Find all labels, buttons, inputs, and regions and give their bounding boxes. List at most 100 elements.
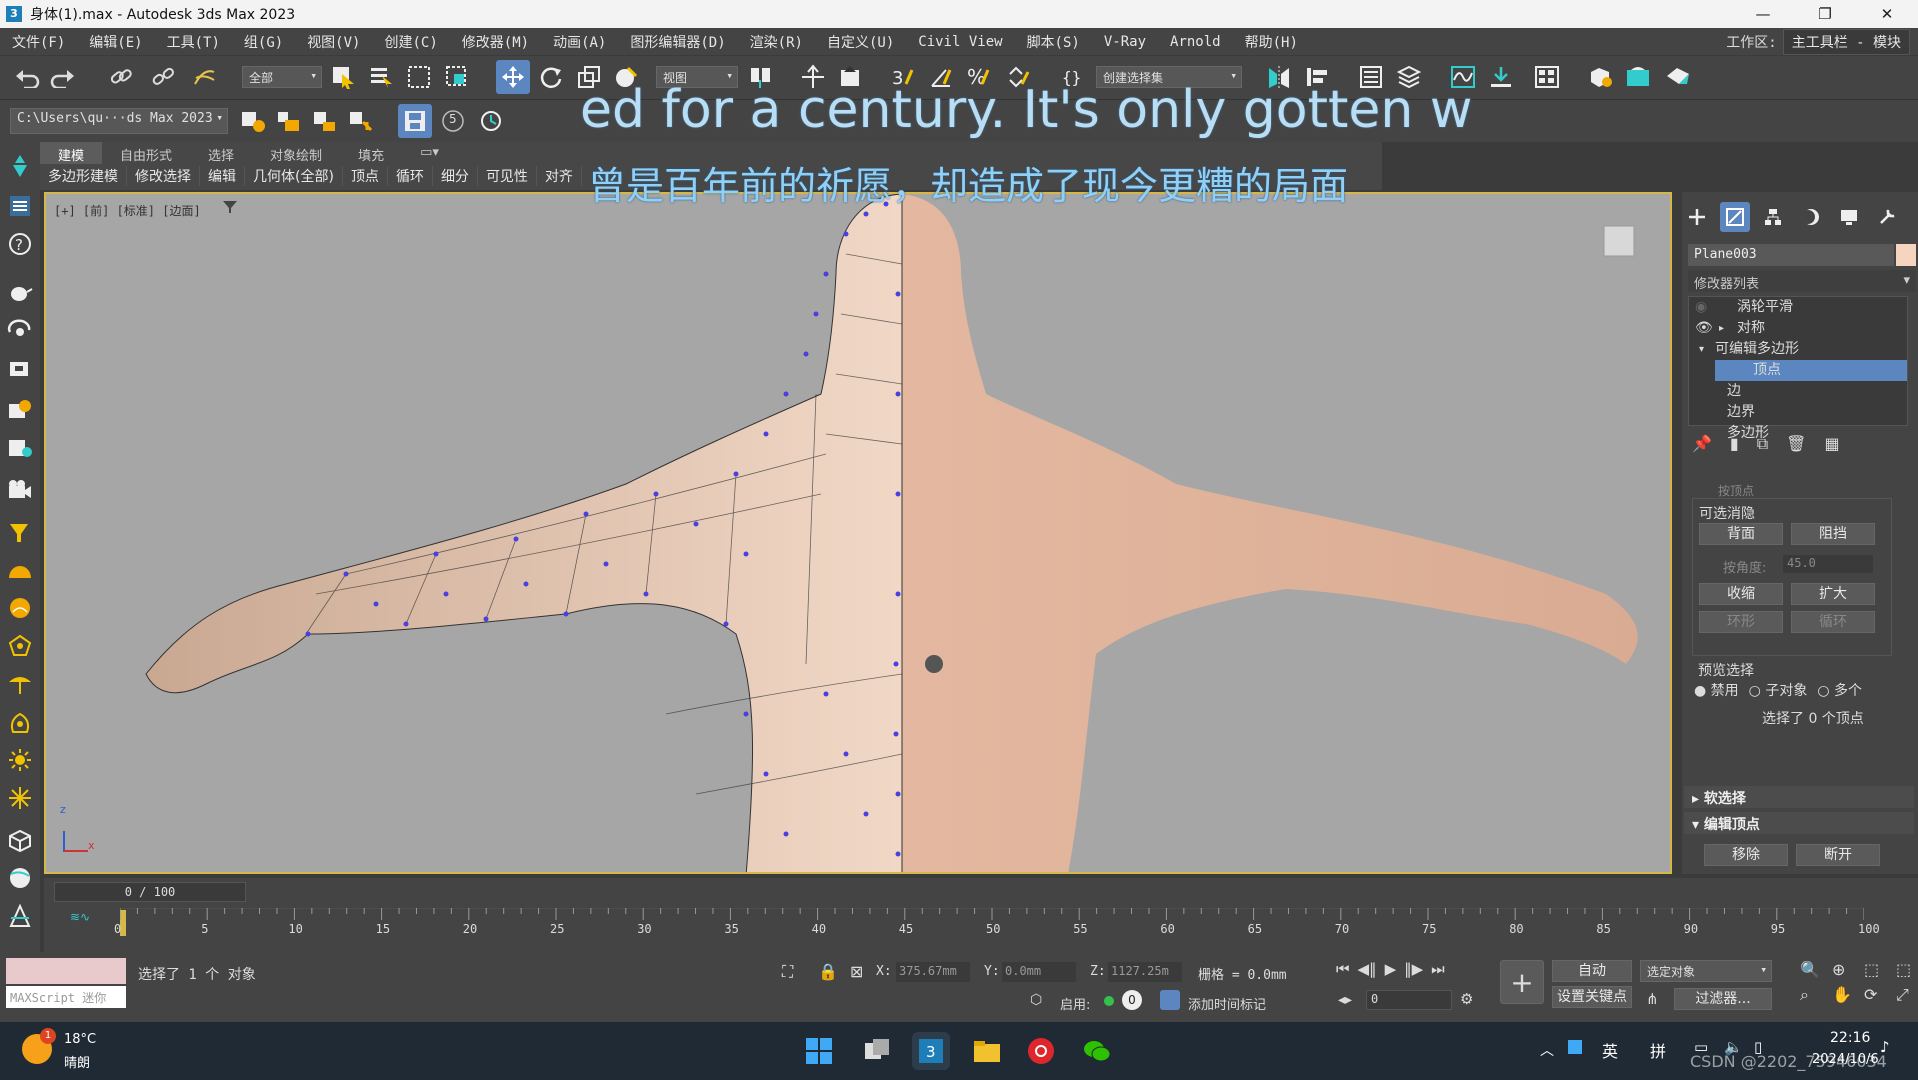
go-to-start-icon[interactable]: ⏮: [1336, 960, 1350, 978]
orbit-icon[interactable]: [6, 316, 34, 344]
preview-subobject-radio[interactable]: ○ 子对象: [1749, 680, 1808, 700]
link-icon[interactable]: [104, 60, 138, 94]
front-viewport[interactable]: [+] [前] [标准] [边面] z x: [44, 192, 1672, 874]
dome-light-icon[interactable]: [6, 556, 34, 584]
save-project-icon[interactable]: [398, 104, 432, 138]
box-icon[interactable]: [6, 354, 34, 382]
camera-icon[interactable]: [6, 476, 34, 504]
set-key-button[interactable]: 设置关键点: [1552, 986, 1632, 1008]
sphere-light-icon[interactable]: [6, 594, 34, 622]
create-geometry-icon[interactable]: [6, 152, 34, 180]
shrink-button[interactable]: 收缩: [1699, 583, 1783, 605]
enable-count[interactable]: 0: [1122, 990, 1142, 1010]
history-icon[interactable]: [474, 104, 508, 138]
render-queue-icon[interactable]: [6, 434, 34, 462]
help-icon[interactable]: ?: [6, 230, 34, 258]
bind-spacewarp-icon[interactable]: [188, 60, 222, 94]
ribbon-visibility[interactable]: 可见性: [478, 166, 537, 186]
object-name-field[interactable]: Plane003: [1688, 244, 1894, 266]
x-coordinate[interactable]: 375.67mm: [896, 962, 970, 982]
body-model[interactable]: [46, 194, 1672, 874]
render-production-icon[interactable]: [1662, 60, 1696, 94]
scene-explorer-icon[interactable]: [6, 192, 34, 220]
menu-file[interactable]: 文件(F): [0, 32, 77, 52]
rect-selection-icon[interactable]: [402, 60, 436, 94]
zoom-extents-icon[interactable]: ⬚: [1864, 960, 1892, 979]
edit-vertices-rollout[interactable]: ▾ 编辑顶点: [1684, 812, 1914, 834]
sphere-object-icon[interactable]: [6, 864, 34, 892]
minimize-button[interactable]: —: [1732, 0, 1794, 28]
by-angle-input[interactable]: 45.0: [1783, 555, 1873, 573]
soft-selection-rollout[interactable]: ▸ 软选择: [1684, 786, 1914, 808]
preview-multi-radio[interactable]: ○ 多个: [1817, 680, 1862, 700]
stack-item-border[interactable]: 边界: [1689, 402, 1907, 423]
skylight-icon[interactable]: [6, 784, 34, 812]
ribbon-tab-selection[interactable]: 选择: [190, 142, 252, 164]
ribbon-geometry-all[interactable]: 几何体(全部): [245, 166, 343, 186]
grow-button[interactable]: 扩大: [1791, 583, 1875, 605]
menu-help[interactable]: 帮助(H): [1233, 32, 1310, 52]
ribbon-subdivision[interactable]: 细分: [433, 166, 478, 186]
ribbon-loops[interactable]: 循环: [388, 166, 433, 186]
object-color-swatch[interactable]: [1896, 244, 1916, 266]
dope-sheet-icon[interactable]: [1484, 60, 1518, 94]
menu-group[interactable]: 组(G): [232, 32, 295, 52]
zoom-icon[interactable]: 🔍: [1800, 960, 1828, 979]
configure-modifier-sets-icon[interactable]: ▦: [1824, 434, 1839, 454]
key-mode-toggle-icon[interactable]: ◂▸: [1338, 992, 1352, 1008]
counter-badge[interactable]: 5: [436, 104, 470, 138]
hierarchy-panel-icon[interactable]: [1758, 202, 1788, 232]
utilities-panel-icon[interactable]: [1872, 202, 1902, 232]
ribbon-vertices[interactable]: 顶点: [343, 166, 388, 186]
by-vertex-checkbox[interactable]: 按顶点: [1718, 482, 1754, 499]
maximize-button[interactable]: ❐: [1794, 0, 1856, 28]
ime-english[interactable]: 英: [1602, 1038, 1618, 1062]
maxscript-mini[interactable]: MAXScript 迷你: [6, 986, 126, 1008]
menu-customize[interactable]: 自定义(U): [815, 32, 906, 52]
container-update-icon[interactable]: [344, 104, 378, 138]
current-frame-input[interactable]: 0: [1366, 990, 1452, 1010]
adaptive-degradation-icon[interactable]: ⬡: [1030, 992, 1042, 1008]
delete-modifier-icon[interactable]: 🗑: [1786, 434, 1806, 454]
object-box-icon[interactable]: [6, 826, 34, 854]
play-icon[interactable]: ▶: [1385, 960, 1397, 978]
umbrella-light-icon[interactable]: [6, 670, 34, 698]
break-button[interactable]: 断开: [1796, 844, 1880, 866]
select-by-name-icon[interactable]: [364, 60, 398, 94]
menu-vray[interactable]: V-Ray: [1092, 34, 1158, 50]
show-end-result-icon[interactable]: ▮: [1730, 434, 1739, 454]
ribbon-tab-modeling[interactable]: 建模: [40, 142, 103, 164]
clock-time[interactable]: 22:16: [1830, 1030, 1870, 1046]
ribbon-tab-object-paint[interactable]: 对象绘制: [252, 142, 340, 164]
rendered-frame-window-icon[interactable]: [1622, 60, 1656, 94]
next-frame-icon[interactable]: ‖▶: [1404, 960, 1423, 978]
unlink-icon[interactable]: [146, 60, 180, 94]
menu-rendering[interactable]: 渲染(R): [738, 32, 815, 52]
stack-item-editable-poly[interactable]: ▾ 可编辑多边形: [1689, 339, 1907, 360]
set-key-icon[interactable]: +: [1500, 960, 1544, 1004]
menu-scripting[interactable]: 脚本(S): [1015, 32, 1092, 52]
stack-item-symmetry[interactable]: 👁 ▸ 对称: [1689, 318, 1907, 339]
undo-icon[interactable]: [10, 60, 44, 94]
pin-stack-icon[interactable]: 📌: [1692, 434, 1712, 454]
create-panel-icon[interactable]: [1682, 202, 1712, 232]
tray-overflow-icon[interactable]: ︿: [1540, 1040, 1554, 1060]
menu-animation[interactable]: 动画(A): [541, 32, 618, 52]
stack-item-vertex[interactable]: 顶点: [1715, 360, 1907, 381]
start-button[interactable]: [800, 1032, 838, 1070]
render-message-icon[interactable]: [6, 396, 34, 424]
curve-toggle-icon[interactable]: ≋∿: [70, 910, 90, 924]
remove-button[interactable]: 移除: [1704, 844, 1788, 866]
key-filter-dropdown[interactable]: 选定对象: [1640, 960, 1772, 982]
netease-music-icon[interactable]: [1022, 1032, 1060, 1070]
absolute-mode-icon[interactable]: ⊠: [850, 962, 863, 981]
loop-button[interactable]: 循环: [1791, 611, 1875, 633]
menu-views[interactable]: 视图(V): [295, 32, 372, 52]
weather-desc[interactable]: 晴朗: [64, 1052, 90, 1071]
ribbon-options-icon[interactable]: ▭▾: [402, 142, 457, 164]
tray-app-icon[interactable]: [1568, 1040, 1582, 1054]
menu-edit[interactable]: 编辑(E): [77, 32, 154, 52]
selection-filter-dropdown[interactable]: 全部: [242, 66, 322, 88]
file-explorer-icon[interactable]: [968, 1032, 1006, 1070]
ribbon-modify-selection[interactable]: 修改选择: [127, 166, 200, 186]
